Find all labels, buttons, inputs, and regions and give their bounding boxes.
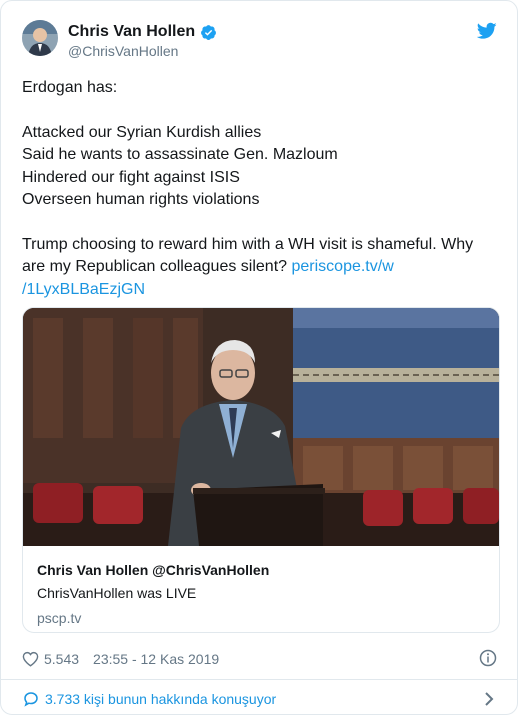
card-domain: pscp.tv	[37, 610, 82, 626]
conversation-count-text[interactable]: 3.733 kişi bunun hakkında konuşuyor	[45, 691, 276, 707]
link-preview-card[interactable]: Chris Van Hollen @ChrisVanHollen ChrisVa…	[22, 307, 500, 633]
tweet-bullet: Overseen human rights violations	[22, 191, 260, 208]
avatar[interactable]	[22, 20, 58, 56]
conversation-link[interactable]: 3.733 kişi bunun hakkında konuşuyor	[22, 687, 497, 711]
card-info: Chris Van Hollen @ChrisVanHollen ChrisVa…	[37, 560, 487, 628]
timestamp[interactable]: 23:55 - 12 Kas 2019	[93, 651, 219, 667]
tweet-line: Erdogan has:	[22, 79, 118, 96]
chevron-right-icon[interactable]	[483, 691, 495, 707]
tweet-meta: 5.543 23:55 - 12 Kas 2019	[22, 649, 497, 669]
tweet-card: Chris Van Hollen @ChrisVanHollen Erdogan…	[0, 0, 518, 715]
tweet-bullet: Said he wants to assassinate Gen. Mazlou…	[22, 146, 338, 163]
senate-floor-image	[23, 308, 499, 546]
tweet-bullet: Attacked our Syrian Kurdish allies	[22, 123, 262, 141]
tweet-text: Erdogan has: Attacked our Syrian Kurdish…	[22, 77, 499, 301]
author-name[interactable]: Chris Van Hollen	[68, 22, 195, 42]
video-thumbnail[interactable]	[23, 308, 499, 546]
link-part-2[interactable]: /1LyxBLBaEzjGN	[22, 281, 145, 298]
tweet-bullet: Hindered our fight against ISIS	[22, 168, 240, 186]
heart-icon[interactable]	[22, 651, 39, 667]
reply-bubble-icon	[24, 692, 38, 707]
info-icon[interactable]	[479, 649, 497, 667]
tweet-closing: Trump choosing to reward him with a WH v…	[22, 234, 499, 302]
card-description: ChrisVanHollen was LIVE	[37, 585, 197, 601]
link-part-1[interactable]: periscope.tv/w	[291, 258, 393, 275]
avatar-icon	[22, 20, 58, 56]
tweet-header: Chris Van Hollen @ChrisVanHollen	[22, 18, 497, 62]
verified-badge-icon	[201, 24, 217, 40]
tweet-closing-text: Trump choosing to reward him with a WH v…	[22, 235, 474, 276]
author-handle[interactable]: @ChrisVanHollen	[68, 42, 178, 60]
card-title: Chris Van Hollen @ChrisVanHollen	[37, 562, 270, 578]
like-count[interactable]: 5.543	[44, 651, 79, 667]
divider	[1, 679, 517, 680]
twitter-bird-icon[interactable]	[477, 22, 497, 40]
